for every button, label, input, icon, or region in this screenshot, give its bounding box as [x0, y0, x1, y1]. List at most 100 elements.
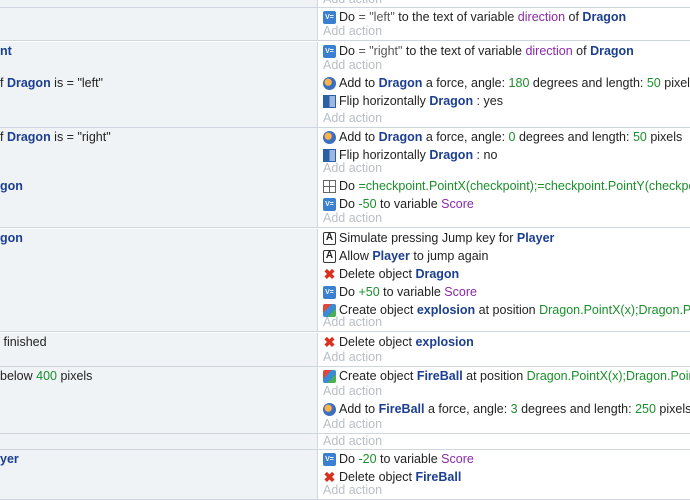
action-line[interactable]: Flip horizontally Dragon : yes: [323, 92, 503, 110]
event-conditions[interactable]: [0, 400, 318, 433]
event-conditions[interactable]: f Dragon is = "right": [0, 128, 318, 177]
event-row[interactable]: f Dragon is = "left" Add to Dragon a forc…: [0, 74, 690, 128]
event-actions[interactable]: Add to FireBall a force, angle: 3 degree…: [318, 400, 690, 433]
event-conditions[interactable]: [0, 8, 318, 40]
action-line[interactable]: A Simulate pressing Jump key for Player: [323, 229, 554, 247]
object-name[interactable]: Dragon: [415, 265, 459, 283]
object-name[interactable]: Dragon: [7, 76, 51, 90]
action-line[interactable]: V= Do +50 to variable Score: [323, 283, 477, 301]
object-name[interactable]: gon: [0, 231, 23, 245]
event-row[interactable]: f Dragon is = "right" Add to Dragon a for…: [0, 128, 690, 178]
condition-text[interactable]: f Dragon is = "left": [0, 76, 103, 90]
variable-name[interactable]: Score: [441, 195, 474, 213]
condition-text[interactable]: yer: [0, 452, 19, 466]
number-value[interactable]: 50: [633, 128, 647, 146]
event-actions[interactable]: V= Do = "right" to the text of variable d…: [318, 42, 690, 74]
object-name[interactable]: FireBall: [379, 400, 425, 418]
event-row[interactable]: V= Do = "left" to the text of variable di…: [0, 8, 690, 41]
variable-name[interactable]: direction: [525, 42, 572, 60]
event-row[interactable]: Add action: [0, 434, 690, 450]
number-value[interactable]: -20: [358, 450, 376, 468]
number-value[interactable]: 3: [511, 400, 518, 418]
object-name[interactable]: Dragon: [590, 42, 634, 60]
event-conditions[interactable]: [0, 434, 318, 449]
event-conditions[interactable]: nt: [0, 42, 318, 74]
object-name[interactable]: Player: [517, 229, 555, 247]
add-action-link[interactable]: Add action: [323, 349, 382, 366]
event-row[interactable]: below 400 pixels Create object FireBall a…: [0, 367, 690, 401]
number-value[interactable]: 50: [647, 74, 661, 92]
action-line[interactable]: Add to Dragon a force, angle: 180 degree…: [323, 74, 690, 92]
condition-text[interactable]: gon: [0, 231, 23, 245]
add-action-link[interactable]: Add action: [323, 110, 382, 127]
add-action-link[interactable]: Add action: [323, 0, 382, 8]
object-name[interactable]: FireBall: [415, 468, 461, 486]
event-row[interactable]: gon A Simulate pressing Jump key for Playe…: [0, 229, 690, 332]
number-value[interactable]: 250: [635, 400, 656, 418]
object-name[interactable]: explosion: [417, 301, 475, 319]
event-row[interactable]: gon Do =checkpoint.PointX(checkpoint);=ch…: [0, 177, 690, 228]
action-line[interactable]: A Allow Player to jump again: [323, 247, 488, 265]
add-action-link[interactable]: Add action: [323, 482, 382, 499]
action-line[interactable]: V= Do -20 to variable Score: [323, 450, 474, 468]
event-conditions[interactable]: below 400 pixels: [0, 367, 318, 400]
object-name[interactable]: Dragon: [429, 146, 473, 164]
number-value[interactable]: 180: [509, 74, 530, 92]
action-line[interactable]: Do =checkpoint.PointX(checkpoint);=check…: [323, 177, 690, 195]
event-actions[interactable]: Add action: [318, 0, 690, 7]
action-line[interactable]: Add to Dragon a force, angle: 0 degrees …: [323, 128, 682, 146]
event-actions[interactable]: Add to Dragon a force, angle: 0 degrees …: [318, 128, 690, 177]
object-name[interactable]: gon: [0, 179, 23, 193]
variable-name[interactable]: Score: [444, 283, 477, 301]
object-name[interactable]: yer: [0, 452, 19, 466]
number-value[interactable]: +50: [358, 283, 379, 301]
condition-text[interactable]: gon: [0, 179, 23, 193]
event-row[interactable]: finished ✖ Delete object explosion Add acti…: [0, 333, 690, 367]
condition-text[interactable]: f Dragon is = "right": [0, 130, 111, 144]
expression[interactable]: Dragon.PointX(x);Dragon.Po: [539, 301, 690, 319]
event-row[interactable]: yer V= Do -20 to variable Score ✖ Delete obj…: [0, 450, 690, 500]
variable-name[interactable]: direction: [518, 8, 565, 26]
object-name[interactable]: Dragon: [582, 8, 626, 26]
add-action-link[interactable]: Add action: [323, 383, 382, 400]
event-conditions[interactable]: yer: [0, 450, 318, 499]
number-value[interactable]: 0: [509, 128, 516, 146]
number-value[interactable]: 400: [36, 369, 57, 383]
add-action-link[interactable]: Add action: [323, 210, 382, 227]
object-name[interactable]: Dragon: [379, 128, 423, 146]
event-conditions[interactable]: gon: [0, 177, 318, 227]
object-name[interactable]: FireBall: [417, 367, 463, 385]
add-action-link[interactable]: Add action: [323, 23, 382, 40]
event-conditions[interactable]: [0, 0, 318, 7]
object-name[interactable]: Dragon: [429, 92, 473, 110]
event-actions[interactable]: A Simulate pressing Jump key for Player A A…: [318, 229, 690, 331]
condition-text[interactable]: nt: [0, 44, 12, 58]
add-action-link[interactable]: Add action: [323, 160, 382, 177]
event-actions[interactable]: Create object FireBall at position Drago…: [318, 367, 690, 400]
add-action-link[interactable]: Add action: [323, 57, 382, 74]
object-name[interactable]: Dragon: [379, 74, 423, 92]
event-row[interactable]: Add to FireBall a force, angle: 3 degree…: [0, 400, 690, 434]
add-action-link[interactable]: Add action: [323, 416, 382, 433]
action-line[interactable]: ✖ Delete object Dragon: [323, 265, 460, 283]
expression[interactable]: =checkpoint.PointX(checkpoint);=checkpoi…: [358, 177, 690, 195]
event-row[interactable]: nt V= Do = "right" to the text of variable…: [0, 42, 690, 75]
object-name[interactable]: Dragon: [7, 130, 51, 144]
event-actions[interactable]: ✖ Delete object explosion Add action: [318, 333, 690, 366]
event-row-top-stub[interactable]: Add action: [0, 0, 690, 8]
event-actions[interactable]: Do =checkpoint.PointX(checkpoint);=check…: [318, 177, 690, 227]
add-action-link[interactable]: Add action: [323, 314, 382, 331]
condition-text[interactable]: below 400 pixels: [0, 369, 92, 383]
event-conditions[interactable]: gon: [0, 229, 318, 331]
event-actions[interactable]: V= Do = "left" to the text of variable di…: [318, 8, 690, 40]
object-name[interactable]: Player: [372, 247, 410, 265]
variable-name[interactable]: Score: [441, 450, 474, 468]
object-name[interactable]: explosion: [415, 333, 473, 351]
event-conditions[interactable]: f Dragon is = "left": [0, 74, 318, 127]
event-actions[interactable]: Add action: [318, 434, 690, 449]
event-actions[interactable]: Add to Dragon a force, angle: 180 degree…: [318, 74, 690, 127]
expression[interactable]: Dragon.PointX(x);Dragon.Point: [527, 367, 690, 385]
add-action-link[interactable]: Add action: [323, 433, 382, 450]
event-actions[interactable]: V= Do -20 to variable Score ✖ Delete object…: [318, 450, 690, 499]
object-name[interactable]: nt: [0, 44, 12, 58]
